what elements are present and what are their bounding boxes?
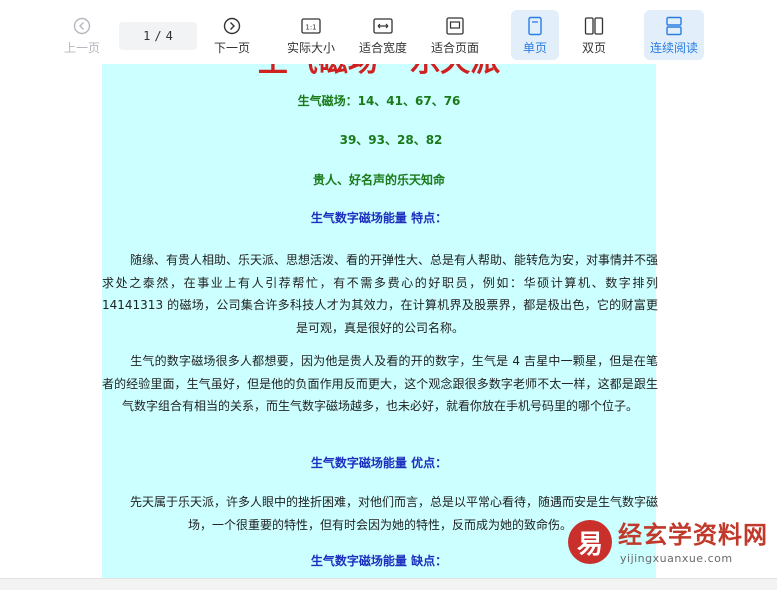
continuous-reading-button[interactable]: 连续阅读 xyxy=(644,10,704,60)
page-number-field[interactable]: 1 / 4 xyxy=(119,22,197,50)
double-page-icon xyxy=(583,15,605,37)
svg-text:1:1: 1:1 xyxy=(305,24,316,32)
continuous-reading-icon xyxy=(663,15,685,37)
prev-page-label: 上一页 xyxy=(63,41,100,55)
magnetic-field-numbers-line2: 39、93、28、82 xyxy=(339,133,443,147)
magnetic-field-numbers-line1: 生气磁场：14、41、67、76 xyxy=(297,94,461,108)
paragraph-explanation: 生气的数字磁场很多人都想要，因为他是贵人及看的开的数字，生气是 4 吉星中一颗星… xyxy=(102,354,658,413)
current-page: 1 xyxy=(143,29,151,43)
fit-width-icon xyxy=(372,15,394,37)
features-heading: 生气数字磁场能量 特点： xyxy=(310,211,448,225)
fit-width-label: 适合宽度 xyxy=(358,41,407,55)
actual-size-label: 实际大小 xyxy=(286,41,335,55)
paragraph-features: 随缘、有贵人相助、乐天派、思想活泼、看的开弹性大、总是有人帮助、能转危为安，对事… xyxy=(102,253,659,335)
site-logo-icon: 易 xyxy=(568,520,612,564)
single-page-label: 单页 xyxy=(522,41,547,55)
actual-size-icon: 1:1 xyxy=(300,15,322,37)
double-page-button[interactable]: 双页 xyxy=(570,10,618,60)
site-name: 经玄学资料网 xyxy=(618,521,768,549)
chevron-left-circle-icon xyxy=(71,15,93,37)
continuous-reading-label: 连续阅读 xyxy=(649,41,698,55)
actual-size-button[interactable]: 1:1 实际大小 xyxy=(282,10,340,60)
total-pages: 4 xyxy=(165,29,173,43)
advantages-heading: 生气数字磁场能量 优点： xyxy=(310,456,448,470)
double-page-label: 双页 xyxy=(581,41,606,55)
page-separator: / xyxy=(154,29,162,43)
bottom-status-strip xyxy=(0,578,777,590)
prev-page-button[interactable]: 上一页 xyxy=(58,10,106,60)
single-page-button[interactable]: 单页 xyxy=(511,10,559,60)
document-viewport[interactable]: 生气磁场 · 乐天派 生气磁场：14、41、67、76 39、93、28、82 … xyxy=(0,64,777,578)
site-url: yijingxuanxue.com xyxy=(620,552,733,565)
section-subtitle: 贵人、好名声的乐天知命 xyxy=(312,173,445,187)
fit-page-label: 适合页面 xyxy=(430,41,479,55)
toolbar: 上一页 1 / 4 下一页 1:1 实际大小 适合宽度 适合页面 单页 双页 连… xyxy=(0,0,777,64)
pdf-viewer: 上一页 1 / 4 下一页 1:1 实际大小 适合宽度 适合页面 单页 双页 连… xyxy=(0,0,777,590)
fit-page-button[interactable]: 适合页面 xyxy=(426,10,484,60)
fit-page-icon xyxy=(444,15,466,37)
chevron-right-circle-icon xyxy=(221,15,243,37)
site-watermark: 易 经玄学资料网 yijingxuanxue.com xyxy=(568,518,768,572)
next-page-button[interactable]: 下一页 xyxy=(208,10,256,60)
single-page-icon xyxy=(524,15,546,37)
document-page: 生气磁场 · 乐天派 生气磁场：14、41、67、76 39、93、28、82 … xyxy=(102,64,659,578)
fit-width-button[interactable]: 适合宽度 xyxy=(354,10,412,60)
next-page-label: 下一页 xyxy=(213,41,250,55)
page-title-cutoff: 生气磁场 · 乐天派 xyxy=(102,64,656,82)
